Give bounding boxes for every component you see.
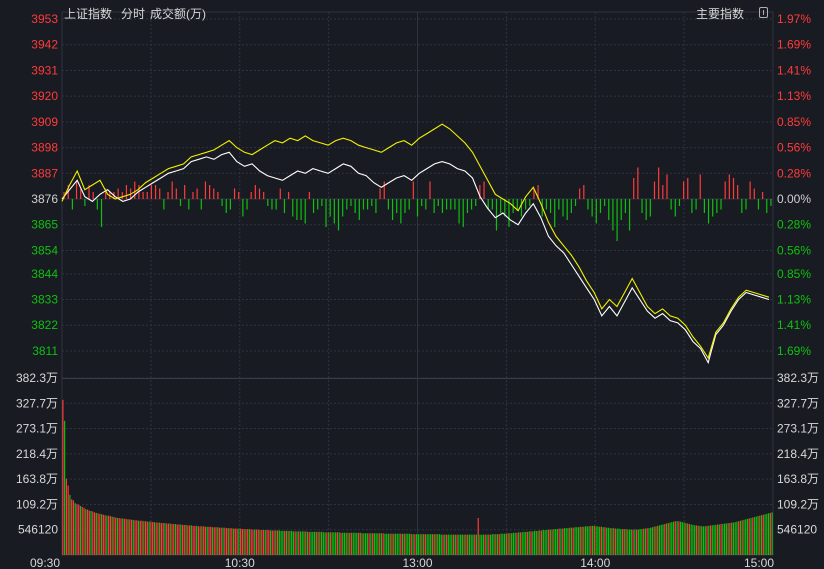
price-tick-label: 3920 [31, 89, 58, 103]
volume-tick-label: 273.1万 [16, 422, 58, 436]
percent-tick-label: 1.69% [777, 38, 811, 52]
volume-tick-label-right: 382.3万 [777, 371, 819, 385]
volume-tick-label-right: 163.8万 [777, 472, 819, 486]
volume-tick-label-right: 327.7万 [777, 396, 819, 410]
volume-tick-label-right: 273.1万 [777, 422, 819, 436]
price-tick-label: 3811 [32, 344, 58, 358]
price-tick-label: 3844 [31, 267, 58, 281]
percent-tick-label: 0.00% [777, 192, 811, 206]
price-tick-label: 3876 [31, 192, 58, 206]
volume-tick-label: 546120 [18, 523, 58, 537]
time-tick-label: 09:30 [30, 556, 60, 569]
price-tick-label: 3822 [31, 318, 58, 332]
view-mode-label[interactable]: 分时 [121, 5, 145, 22]
intraday-chart[interactable]: 3953 1.97% 3942 1.69% 3931 1.41% 3920 1.13% 3909… [0, 0, 824, 569]
price-tick-label: 3942 [31, 38, 58, 52]
price-tick-label: 3931 [31, 63, 58, 77]
volume-tick-label-right: 109.2万 [777, 497, 819, 511]
volume-tick-label-right: 218.4万 [777, 447, 819, 461]
percent-tick-label: 0.85% [777, 267, 811, 281]
average-price-line [61, 123, 770, 360]
price-tick-label: 3833 [31, 293, 58, 307]
price-tick-label: 3898 [31, 141, 58, 155]
volume-tick-label: 327.7万 [16, 396, 58, 410]
percent-tick-label: 1.41% [777, 318, 811, 332]
percent-tick-label: 1.13% [777, 293, 811, 307]
percent-tick-label: 1.41% [777, 63, 811, 77]
price-tick-label: 3909 [31, 115, 58, 129]
volume-tick-label: 109.2万 [16, 497, 58, 511]
price-tick-label: 3865 [31, 218, 58, 232]
percent-tick-label: 0.28% [777, 166, 811, 180]
price-tick-label: 3953 [31, 12, 58, 26]
time-tick-label: 14:00 [580, 556, 610, 569]
percent-tick-label: 1.69% [777, 344, 811, 358]
volume-tick-label: 163.8万 [16, 472, 58, 486]
time-tick-label: 10:30 [225, 556, 255, 569]
time-tick-label: 13:00 [402, 556, 432, 569]
price-tick-label: 3854 [31, 243, 58, 257]
volume-tick-label: 218.4万 [16, 447, 58, 461]
volume-unit-label: 成交额(万) [150, 7, 206, 21]
percent-tick-label: 1.13% [777, 89, 811, 103]
percent-tick-label: 1.97% [777, 12, 811, 26]
price-line [61, 151, 770, 365]
panel-toggle-icon[interactable] [759, 7, 768, 18]
volume-tick-label: 382.3万 [16, 371, 58, 385]
price-tick-label: 3887 [31, 166, 58, 180]
percent-tick-label: 0.56% [777, 141, 811, 155]
main-index-button[interactable]: 主要指数 [696, 5, 744, 22]
volume-tick-label-right: 546120 [777, 523, 817, 537]
percent-tick-label: 0.85% [777, 115, 811, 129]
time-tick-label: 15:00 [744, 556, 774, 569]
index-name-label[interactable]: 上证指数 [64, 5, 112, 22]
percent-tick-label: 0.56% [777, 243, 811, 257]
percent-tick-label: 0.28% [777, 218, 811, 232]
